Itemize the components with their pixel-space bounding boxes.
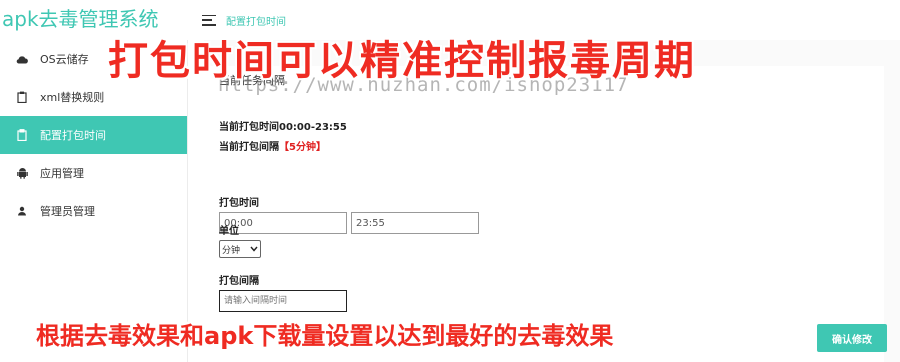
clipboard-icon <box>16 91 28 103</box>
unit-select-value: 分钟 <box>222 245 241 256</box>
interval-input[interactable] <box>219 290 347 312</box>
sidebar-item-label: 管理员管理 <box>40 205 95 218</box>
promo-banner-bottom: 根据去毒效果和apk下载量设置以达到最好的去毒效果 <box>36 322 614 350</box>
interval-label: 打包间隔 <box>219 276 259 287</box>
unit-label: 单位 <box>219 226 239 237</box>
sidebar-item-label: xml替换规则 <box>40 91 105 104</box>
current-interval-label: 当前打包间隔 <box>219 142 279 153</box>
user-icon <box>16 205 28 217</box>
unit-select[interactable]: 分钟 <box>219 240 261 258</box>
sidebar: OS云储存 xml替换规则 配置打包时间 应用管理 管理员管理 <box>0 40 188 362</box>
sidebar-item-admin-manage[interactable]: 管理员管理 <box>0 192 187 230</box>
sidebar-item-label: 应用管理 <box>40 167 84 180</box>
cloud-icon <box>16 53 28 65</box>
clipboard-icon <box>16 129 28 141</box>
end-time-input[interactable] <box>351 212 479 234</box>
promo-banner-top: 打包时间可以精准控制报毒周期 <box>108 38 696 84</box>
sidebar-item-label: OS云储存 <box>40 53 89 66</box>
menu-toggle-icon[interactable] <box>202 14 216 26</box>
breadcrumb: 配置打包时间 <box>226 16 286 28</box>
sidebar-item-pack-time[interactable]: 配置打包时间 <box>0 116 187 154</box>
confirm-button[interactable]: 确认修改 <box>817 324 887 352</box>
current-interval: 当前打包间隔【5分钟】 <box>219 138 326 153</box>
android-icon <box>16 167 28 179</box>
sidebar-item-label: 配置打包时间 <box>40 129 106 142</box>
current-pack-time: 当前打包时间00:00-23:55 <box>219 122 347 133</box>
current-interval-value: 【5分钟】 <box>279 142 326 153</box>
pack-time-label: 打包时间 <box>219 198 259 209</box>
chevron-down-icon <box>250 246 258 252</box>
sidebar-item-app-manage[interactable]: 应用管理 <box>0 154 187 192</box>
